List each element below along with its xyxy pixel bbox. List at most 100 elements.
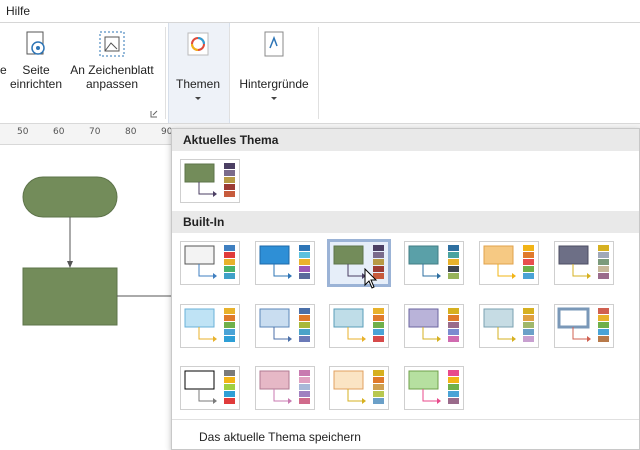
page-setup-button[interactable]: Seite einrichten [6, 29, 66, 91]
theme-thumbnail[interactable] [180, 366, 240, 410]
terminator-shape[interactable] [22, 176, 118, 218]
preview-shape [184, 245, 215, 265]
color-swatch [523, 329, 534, 335]
color-swatch [523, 252, 534, 258]
theme-preview [408, 308, 459, 342]
preview-connector [198, 182, 215, 195]
color-swatch [224, 377, 235, 383]
color-swatch [373, 308, 384, 314]
color-swatch [224, 177, 235, 183]
theme-thumbnail[interactable] [479, 241, 539, 285]
color-swatch [299, 322, 310, 328]
color-swatch [373, 398, 384, 404]
page-setup-label-2: einrichten [9, 77, 63, 91]
theme-thumbnail[interactable] [255, 241, 315, 285]
theme-preview [408, 245, 459, 279]
color-swatch [598, 273, 609, 279]
ruler-tick: 80 [125, 127, 137, 137]
color-swatch [523, 266, 534, 272]
preview-connector [422, 389, 439, 402]
theme-preview [558, 245, 609, 279]
preview-connector [198, 264, 215, 277]
preview-shape [557, 307, 590, 329]
theme-preview [333, 370, 384, 404]
theme-preview [483, 308, 534, 342]
color-swatch [224, 191, 235, 197]
color-swatch [448, 336, 459, 342]
theme-thumbnail[interactable] [554, 304, 614, 348]
themes-button[interactable]: Themen [168, 29, 228, 100]
theme-thumbnail[interactable] [404, 366, 464, 410]
color-swatch [224, 322, 235, 328]
current-theme-thumbnail[interactable] [180, 159, 240, 203]
preview-connector [497, 264, 514, 277]
color-swatch [224, 315, 235, 321]
preview-connector [347, 264, 364, 277]
ribbon: e Seite einrichten An Zeichenblatt anpas… [0, 23, 640, 124]
color-swatch [299, 329, 310, 335]
color-swatch [523, 245, 534, 251]
preview-arrow [288, 336, 292, 342]
preview-shape [259, 308, 290, 328]
color-swatch [373, 259, 384, 265]
mouse-cursor-icon [364, 268, 378, 289]
preview-shape [259, 245, 290, 265]
color-swatch [299, 252, 310, 258]
theme-preview [408, 370, 459, 404]
preview-arrow [288, 273, 292, 279]
theme-preview [259, 370, 310, 404]
preview-arrow [213, 336, 217, 342]
color-swatch [299, 377, 310, 383]
save-current-theme-button[interactable]: Das aktuelle Thema speichern [199, 430, 361, 444]
color-swatch [448, 398, 459, 404]
preview-connector [347, 389, 364, 402]
dialog-launcher-icon[interactable] [150, 107, 158, 118]
menu-help[interactable]: Hilfe [6, 4, 30, 18]
theme-thumbnail[interactable] [554, 241, 614, 285]
theme-thumbnail[interactable] [329, 366, 389, 410]
preview-shape [333, 370, 364, 390]
theme-thumbnail[interactable] [329, 304, 389, 348]
color-swatch [224, 245, 235, 251]
color-swatch [523, 273, 534, 279]
color-swatch [224, 266, 235, 272]
backgrounds-button[interactable]: Hintergründe [234, 29, 314, 100]
preview-arrow [437, 336, 441, 342]
color-swatch [373, 384, 384, 390]
preview-shape [184, 163, 215, 183]
theme-thumbnail[interactable] [327, 239, 391, 287]
preview-arrow [437, 398, 441, 404]
color-swatch [299, 266, 310, 272]
theme-thumbnail[interactable] [479, 304, 539, 348]
preview-shape [259, 370, 290, 390]
preview-connector [497, 327, 514, 340]
preview-arrow [587, 336, 591, 342]
theme-thumbnail[interactable] [255, 366, 315, 410]
theme-thumbnail[interactable] [404, 241, 464, 285]
color-swatch [448, 370, 459, 376]
theme-preview [259, 308, 310, 342]
color-swatch [224, 273, 235, 279]
theme-thumbnail[interactable] [404, 304, 464, 348]
theme-preview [259, 245, 310, 279]
theme-thumbnail[interactable] [255, 304, 315, 348]
preview-shape [483, 308, 514, 328]
chevron-down-icon [271, 97, 277, 100]
color-swatch [373, 329, 384, 335]
preview-arrow [213, 191, 217, 197]
preview-arrow [213, 398, 217, 404]
preview-connector [198, 389, 215, 402]
theme-preview [333, 245, 384, 279]
color-swatch [523, 259, 534, 265]
fit-to-drawing-button[interactable]: An Zeichenblatt anpassen [66, 29, 158, 91]
backgrounds-label: Hintergründe [239, 77, 309, 91]
fit-label-1: An Zeichenblatt [70, 63, 154, 77]
preview-connector [273, 327, 290, 340]
theme-thumbnail[interactable] [180, 304, 240, 348]
process-shape[interactable] [22, 267, 118, 326]
theme-thumbnail[interactable] [180, 241, 240, 285]
theme-preview [557, 307, 609, 342]
theme-gallery-panel: Aktuelles Thema Built-In Das aktuelle Th… [171, 128, 640, 450]
preview-connector [273, 389, 290, 402]
background-icon [259, 29, 289, 59]
